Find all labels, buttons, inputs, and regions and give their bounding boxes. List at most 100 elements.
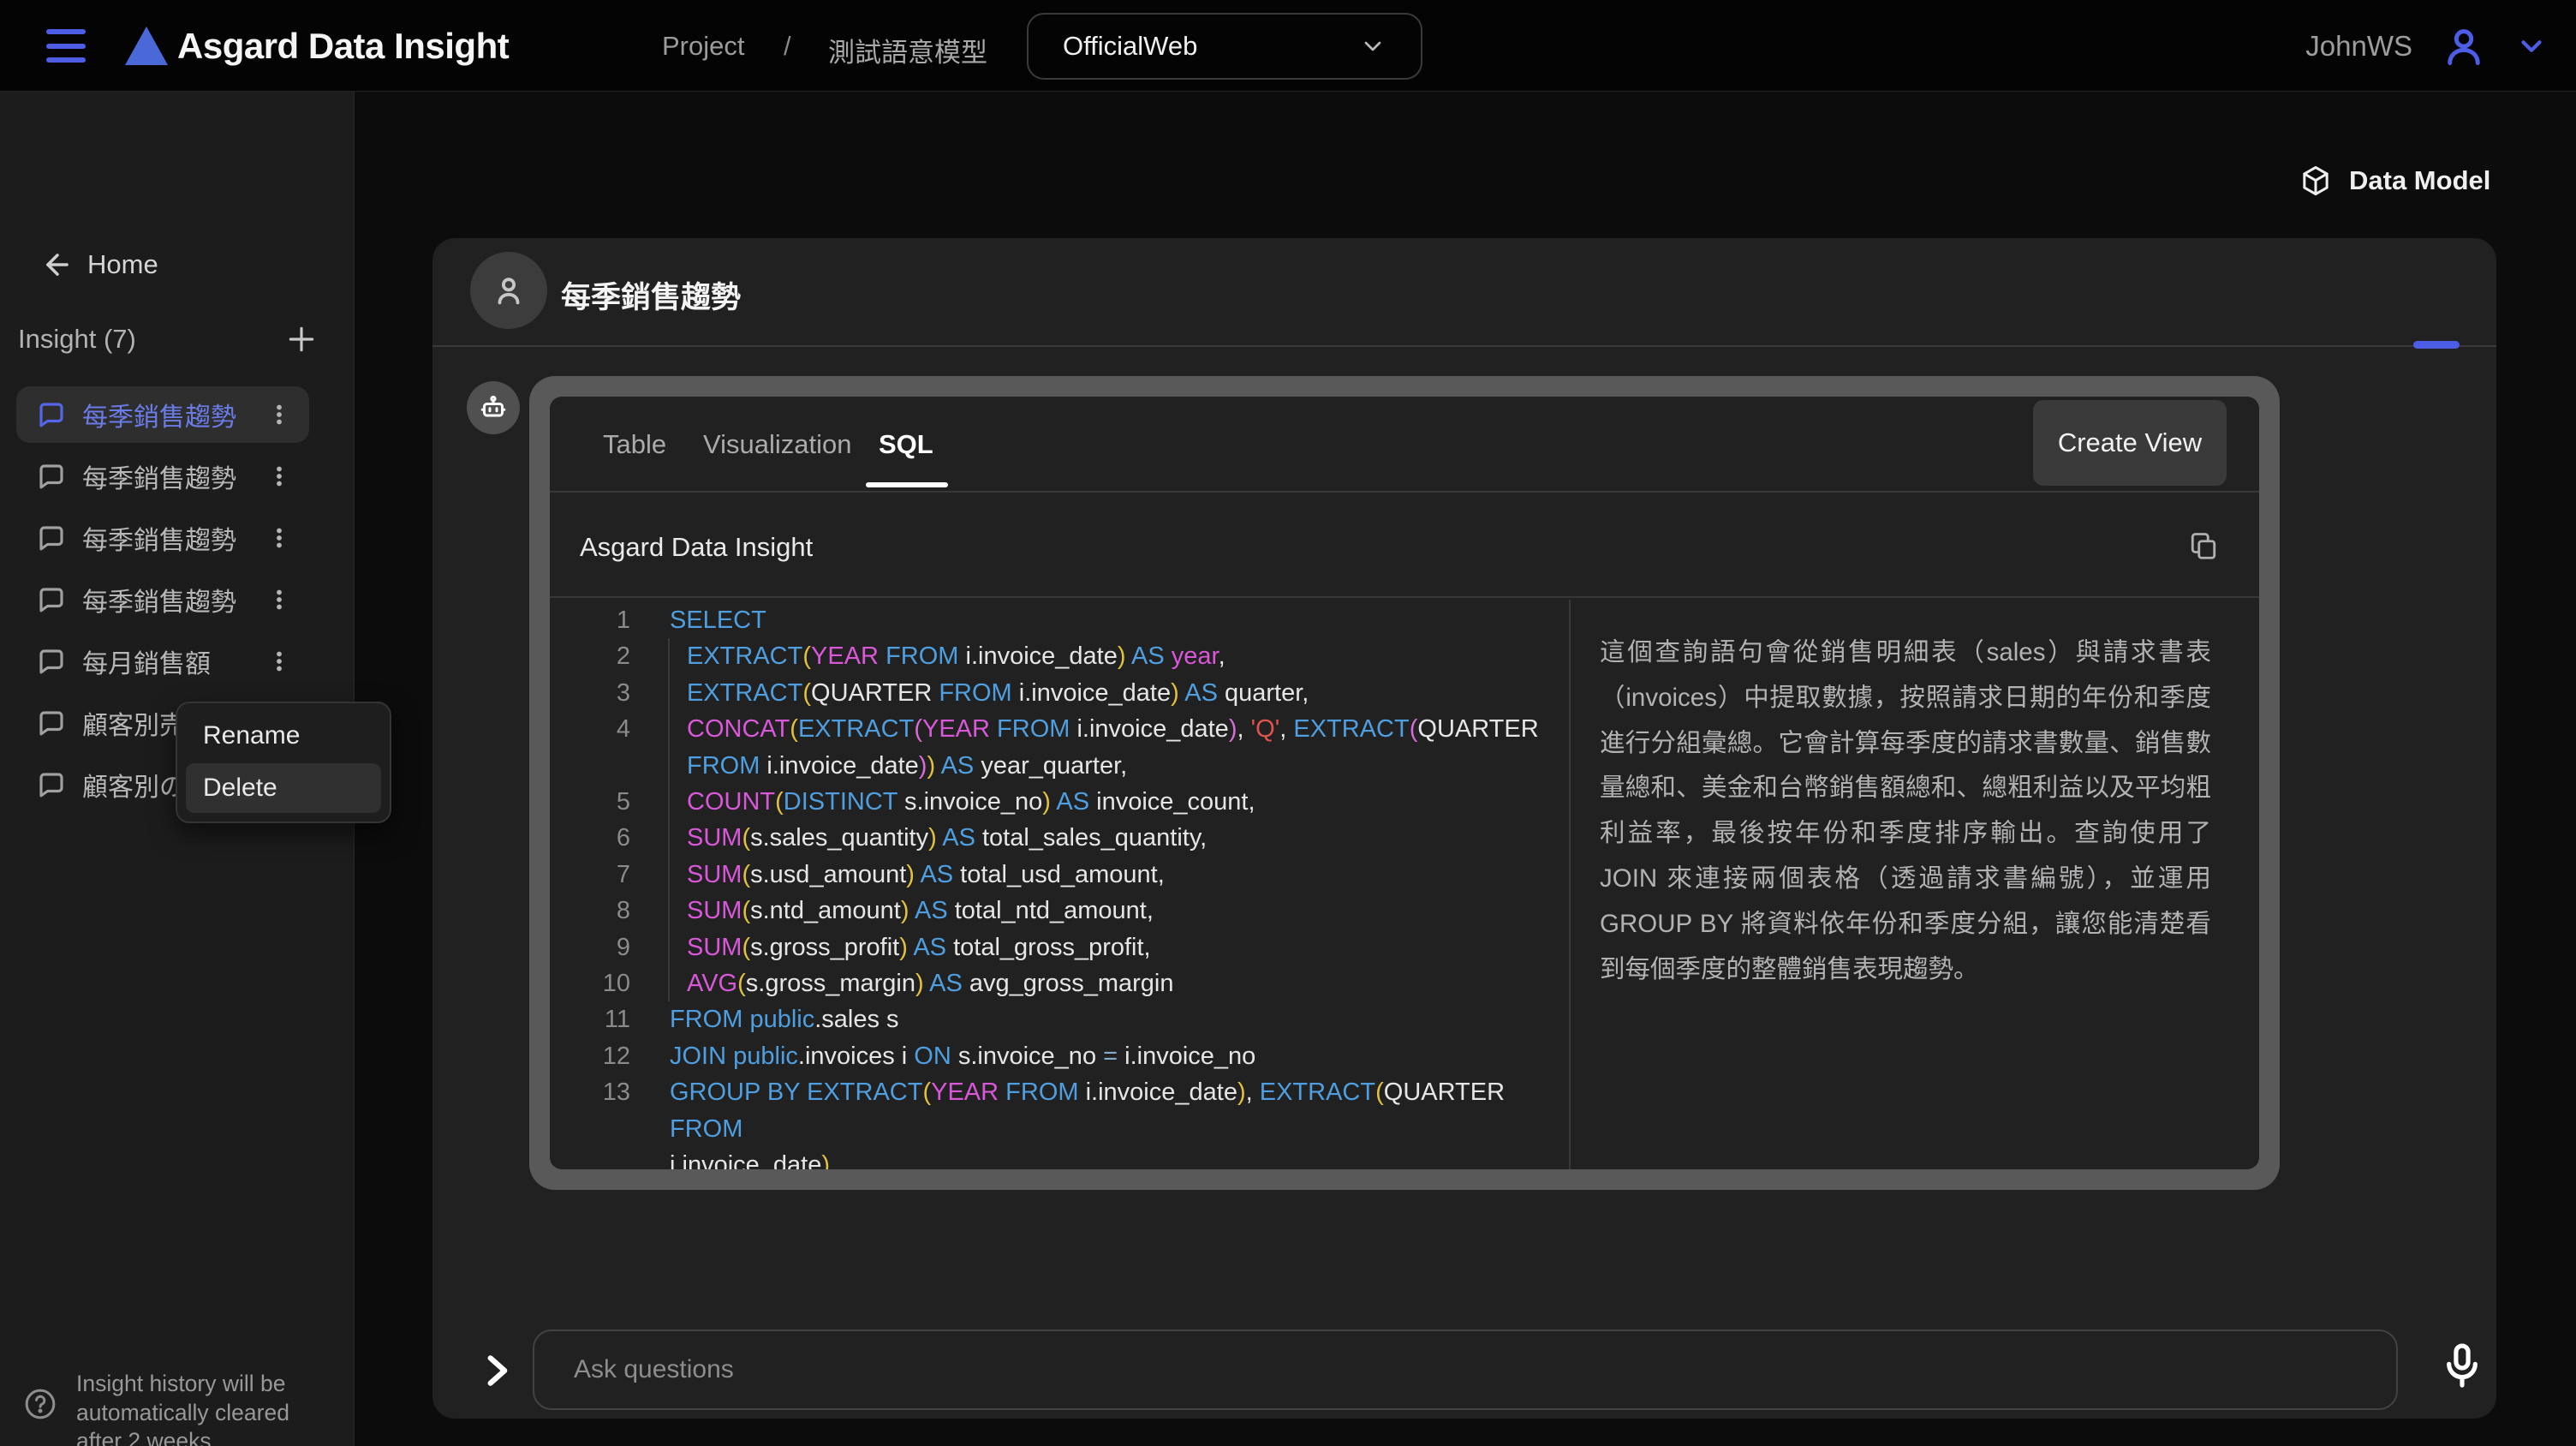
chat-bubble-icon	[36, 461, 67, 492]
chevron-down-icon	[2515, 30, 2548, 63]
code-line-2: 2EXTRACT(YEAR FROM i.invoice_date) AS ye…	[550, 638, 1569, 674]
user-icon	[2442, 24, 2486, 69]
tab-sql[interactable]: SQL	[879, 397, 933, 493]
chat-bubble-icon	[36, 708, 67, 738]
divider	[432, 345, 2496, 347]
tab-table[interactable]: Table	[603, 397, 666, 493]
more-options-icon[interactable]	[266, 462, 292, 491]
item-menu-button[interactable]	[266, 400, 292, 429]
code-line-7: 7SUM(s.usd_amount) AS total_usd_amount,	[550, 857, 1569, 893]
add-insight-button[interactable]	[285, 323, 318, 356]
sidebar-item-insight-3[interactable]: 每季銷售趨勢	[16, 510, 309, 566]
more-options-icon[interactable]	[266, 585, 292, 614]
microphone-icon[interactable]	[2437, 1340, 2487, 1396]
sidebar-item-insight-4[interactable]: 每季銷售趨勢	[16, 571, 309, 628]
code-line-1: 1SELECT	[550, 602, 1569, 638]
code-line-4: 4CONCAT(EXTRACT(YEAR FROM i.invoice_date…	[550, 711, 1569, 784]
sql-explanation-panel: 這個查詢語句會從銷售明細表（sales）與請求書表（invoices）中提取數據…	[1569, 600, 2259, 1169]
chat-bubble-icon	[36, 769, 67, 800]
plus-icon	[285, 323, 318, 356]
bot-avatar	[467, 381, 520, 434]
insight-section-label: Insight (7)	[18, 324, 136, 355]
cube-icon	[2299, 164, 2332, 197]
line-number: 10	[550, 965, 630, 1001]
navbar: Asgard Data Insight Project / 測試語意模型 Off…	[0, 0, 2576, 92]
line-number: 5	[550, 784, 630, 820]
item-menu-button[interactable]	[266, 647, 292, 676]
question-input-row	[432, 1329, 2496, 1419]
avatar	[470, 252, 547, 329]
insight-item-label: 每月銷售額	[82, 642, 211, 680]
code-line-8: 8SUM(s.ntd_amount) AS total_ntd_amount,	[550, 893, 1569, 929]
code-line-3: 3EXTRACT(QUARTER FROM i.invoice_date) AS…	[550, 675, 1569, 711]
app-root: Asgard Data Insight Project / 測試語意模型 Off…	[0, 0, 2576, 1446]
context-menu: Rename Delete	[176, 702, 391, 823]
active-tab-indicator	[866, 482, 948, 487]
insight-item-label: 每季銷售趨勢	[82, 396, 236, 433]
logo-triangle-icon	[125, 27, 168, 65]
chat-bubble-icon	[36, 646, 67, 677]
breadcrumb-page: 測試語意模型	[828, 31, 987, 69]
copy-icon[interactable]	[2188, 530, 2219, 561]
line-number: 9	[550, 929, 630, 965]
insight-section-header: Insight (7)	[18, 323, 318, 356]
code-line-13: 13GROUP BY EXTRACT(YEAR FROM i.invoice_d…	[550, 1074, 1569, 1169]
sql-explanation-text: 這個查詢語句會從銷售明細表（sales）與請求書表（invoices）中提取數據…	[1600, 630, 2211, 992]
history-note: Insight history will be automatically cl…	[23, 1370, 325, 1446]
ask-questions-input[interactable]	[533, 1329, 2398, 1410]
home-label: Home	[87, 249, 158, 280]
context-menu-delete[interactable]: Delete	[186, 763, 381, 813]
robot-icon	[478, 392, 509, 423]
conversation-panel: 每季銷售趨勢 Table Visualization SQL Create Vi…	[432, 238, 2496, 1419]
chevron-right-icon[interactable]	[478, 1348, 516, 1393]
context-menu-rename[interactable]: Rename	[186, 712, 381, 760]
scroll-indicator[interactable]	[2413, 341, 2460, 349]
code-line-12: 12JOIN public.invoices i ON s.invoice_no…	[550, 1038, 1569, 1074]
conversation-header: 每季銷售趨勢	[432, 238, 2496, 345]
data-model-label: Data Model	[2349, 165, 2490, 196]
arrow-left-icon	[41, 248, 74, 281]
code-line-11: 11FROM public.sales s	[550, 1001, 1569, 1037]
line-number: 13	[550, 1074, 630, 1110]
line-number: 8	[550, 893, 630, 929]
line-number: 12	[550, 1038, 630, 1074]
sidebar-item-insight-2[interactable]: 每季銷售趨勢	[16, 448, 309, 505]
sidebar-item-insight-5[interactable]: 每月銷售額	[16, 633, 309, 690]
data-model-button[interactable]: Data Model	[2299, 164, 2490, 197]
line-number: 2	[550, 638, 630, 674]
item-menu-button[interactable]	[266, 462, 292, 491]
item-menu-button[interactable]	[266, 585, 292, 614]
app-title: Asgard Data Insight	[177, 26, 509, 67]
model-select-dropdown[interactable]: OfficialWeb	[1027, 13, 1422, 80]
insight-item-label: 每季銷售趨勢	[82, 519, 236, 557]
more-options-icon[interactable]	[266, 400, 292, 429]
more-options-icon[interactable]	[266, 647, 292, 676]
breadcrumb-project[interactable]: Project	[662, 31, 744, 62]
sidebar-item-insight-1[interactable]: 每季銷售趨勢	[16, 386, 309, 443]
line-number: 11	[550, 1001, 630, 1037]
line-number: 7	[550, 857, 630, 893]
chat-bubble-icon	[36, 584, 67, 615]
insight-item-label: 每季銷售趨勢	[82, 581, 236, 618]
create-view-button[interactable]: Create View	[2033, 400, 2227, 486]
user-menu[interactable]: JohnWS	[2305, 0, 2548, 92]
more-options-icon[interactable]	[266, 523, 292, 553]
chat-bubble-icon	[36, 399, 67, 430]
sql-panel-header: Asgard Data Insight	[550, 494, 2259, 598]
item-menu-button[interactable]	[266, 523, 292, 553]
sql-panel-title: Asgard Data Insight	[580, 532, 813, 563]
result-card-inner: Table Visualization SQL Create View Asga…	[550, 397, 2259, 1169]
breadcrumb-separator: /	[784, 31, 791, 62]
home-button[interactable]: Home	[41, 248, 158, 281]
insight-item-label: 每季銷售趨勢	[82, 457, 236, 495]
menu-icon[interactable]	[46, 29, 86, 63]
line-number: 3	[550, 675, 630, 711]
code-line-10: 10AVG(s.gross_margin) AS avg_gross_margi…	[550, 965, 1569, 1001]
main-content: Data Model 每季銷售趨勢 Table Visualization	[355, 92, 2576, 1446]
tab-visualization[interactable]: Visualization	[703, 397, 851, 493]
code-line-5: 5COUNT(DISTINCT s.invoice_no) AS invoice…	[550, 784, 1569, 820]
line-number: 4	[550, 711, 630, 747]
sql-code-block[interactable]: 1SELECT2EXTRACT(YEAR FROM i.invoice_date…	[550, 600, 1569, 1169]
model-select-value: OfficialWeb	[1063, 31, 1197, 62]
person-icon	[489, 271, 528, 310]
